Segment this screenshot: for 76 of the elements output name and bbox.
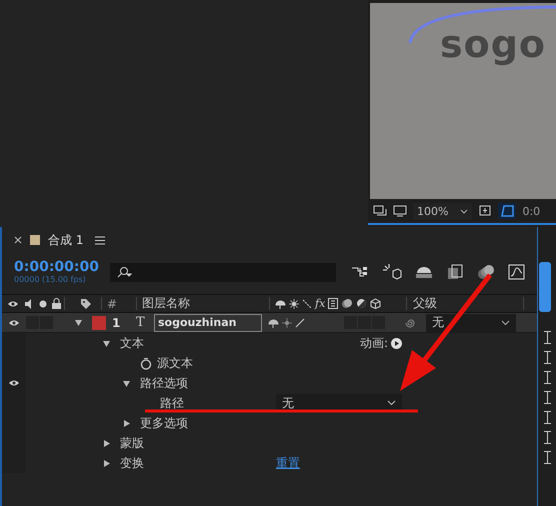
- play-circle-icon[interactable]: [391, 338, 402, 348]
- chevron-icon: [460, 208, 468, 214]
- chevron-icon: [501, 320, 510, 326]
- sun-icon[interactable]: [289, 298, 299, 308]
- timecode[interactable]: 0:00:00:00: [14, 259, 110, 275]
- collapse-triangle-icon[interactable]: [122, 378, 131, 388]
- graph-editor-icon[interactable]: [508, 263, 526, 281]
- layer-row[interactable]: 1 T sogouzhinan 无: [2, 313, 537, 333]
- lock-icon[interactable]: [52, 298, 61, 309]
- frame-rate: 00000 (15.00 fps): [14, 275, 87, 285]
- eye-icon[interactable]: [8, 379, 20, 387]
- expand-triangle-icon[interactable]: [102, 458, 111, 468]
- property-label: 路径选项: [140, 374, 188, 392]
- layer-type: T: [136, 315, 146, 330]
- monitor-icon[interactable]: [393, 205, 407, 217]
- column-header[interactable]: fx: [315, 297, 326, 310]
- adjustment-icon[interactable]: [356, 298, 368, 309]
- property-label: 蒙版: [120, 434, 144, 452]
- column-header[interactable]: #: [105, 296, 133, 310]
- film-icon[interactable]: [328, 298, 338, 309]
- spiral-icon[interactable]: [404, 316, 416, 328]
- draft-3d-icon[interactable]: [382, 263, 402, 281]
- eye-icon[interactable]: [8, 318, 20, 326]
- region-icon[interactable]: [478, 204, 492, 218]
- zoom-dropdown[interactable]: 100%: [413, 202, 472, 220]
- property-label: 变换: [120, 454, 144, 472]
- frame-blend-icon[interactable]: [446, 263, 464, 281]
- parent-dropdown[interactable]: 无: [426, 314, 516, 332]
- shy-icon[interactable]: [414, 264, 434, 280]
- keyframe-navigator-icon[interactable]: [544, 351, 550, 364]
- keyframe-navigator-icon[interactable]: [544, 451, 550, 464]
- time-readout[interactable]: 0:0: [522, 204, 540, 218]
- keyframe-navigator-icon[interactable]: [544, 331, 550, 344]
- visibility-switch[interactable]: [2, 453, 26, 473]
- stopwatch-icon[interactable]: [140, 356, 152, 370]
- property-label: 路径: [160, 394, 184, 412]
- layer-number: 1: [112, 316, 122, 330]
- property-label: 文本: [120, 334, 144, 352]
- transparency-grid-icon[interactable]: [498, 203, 516, 219]
- property-label: 更多选项: [140, 414, 188, 432]
- eye-icon[interactable]: [7, 300, 19, 308]
- search-field[interactable]: [110, 262, 336, 282]
- shy-icon[interactable]: [268, 318, 279, 328]
- expand-triangle-icon[interactable]: [102, 438, 111, 448]
- column-header[interactable]: 图层名称: [140, 295, 266, 312]
- keyframe-navigator-icon[interactable]: [544, 391, 550, 404]
- keyframe-navigator-icon[interactable]: [544, 371, 550, 384]
- motion-blur-icon[interactable]: [341, 298, 354, 309]
- property-label: 源文本: [157, 354, 193, 372]
- collapse-triangle-icon[interactable]: [102, 338, 111, 348]
- speaker-icon[interactable]: [24, 298, 34, 308]
- timeline-track[interactable]: [537, 227, 556, 506]
- layer-name-field[interactable]: sogouzhinan: [154, 314, 262, 332]
- visibility-switch[interactable]: [2, 333, 26, 353]
- keyframe-navigator-icon[interactable]: [544, 411, 550, 424]
- comp-tab[interactable]: 合成 1: [48, 232, 84, 248]
- expand-triangle-icon[interactable]: [122, 418, 131, 428]
- close-icon[interactable]: [14, 236, 22, 244]
- search-icon: [116, 266, 132, 278]
- reset-link[interactable]: 重置: [276, 454, 300, 472]
- animate-label: 动画:: [360, 334, 388, 352]
- keyframe-navigator-icon[interactable]: [544, 431, 550, 444]
- chevron-icon: [387, 400, 396, 406]
- playhead-handle[interactable]: [539, 262, 551, 312]
- shy-icon[interactable]: [275, 298, 286, 308]
- tag-icon[interactable]: [80, 298, 92, 310]
- motion-blur-icon[interactable]: [476, 263, 496, 281]
- layer-text: sogo: [440, 21, 546, 67]
- menu-icon[interactable]: [95, 236, 106, 244]
- column-header[interactable]: 父级: [410, 295, 520, 312]
- comp-color-swatch: [30, 235, 40, 245]
- cube-icon[interactable]: [370, 298, 382, 309]
- label-color-swatch[interactable]: [92, 316, 106, 330]
- layers-icon[interactable]: [373, 205, 387, 217]
- solo-dot-icon[interactable]: [39, 300, 47, 308]
- collapse-triangle-icon[interactable]: [74, 318, 83, 327]
